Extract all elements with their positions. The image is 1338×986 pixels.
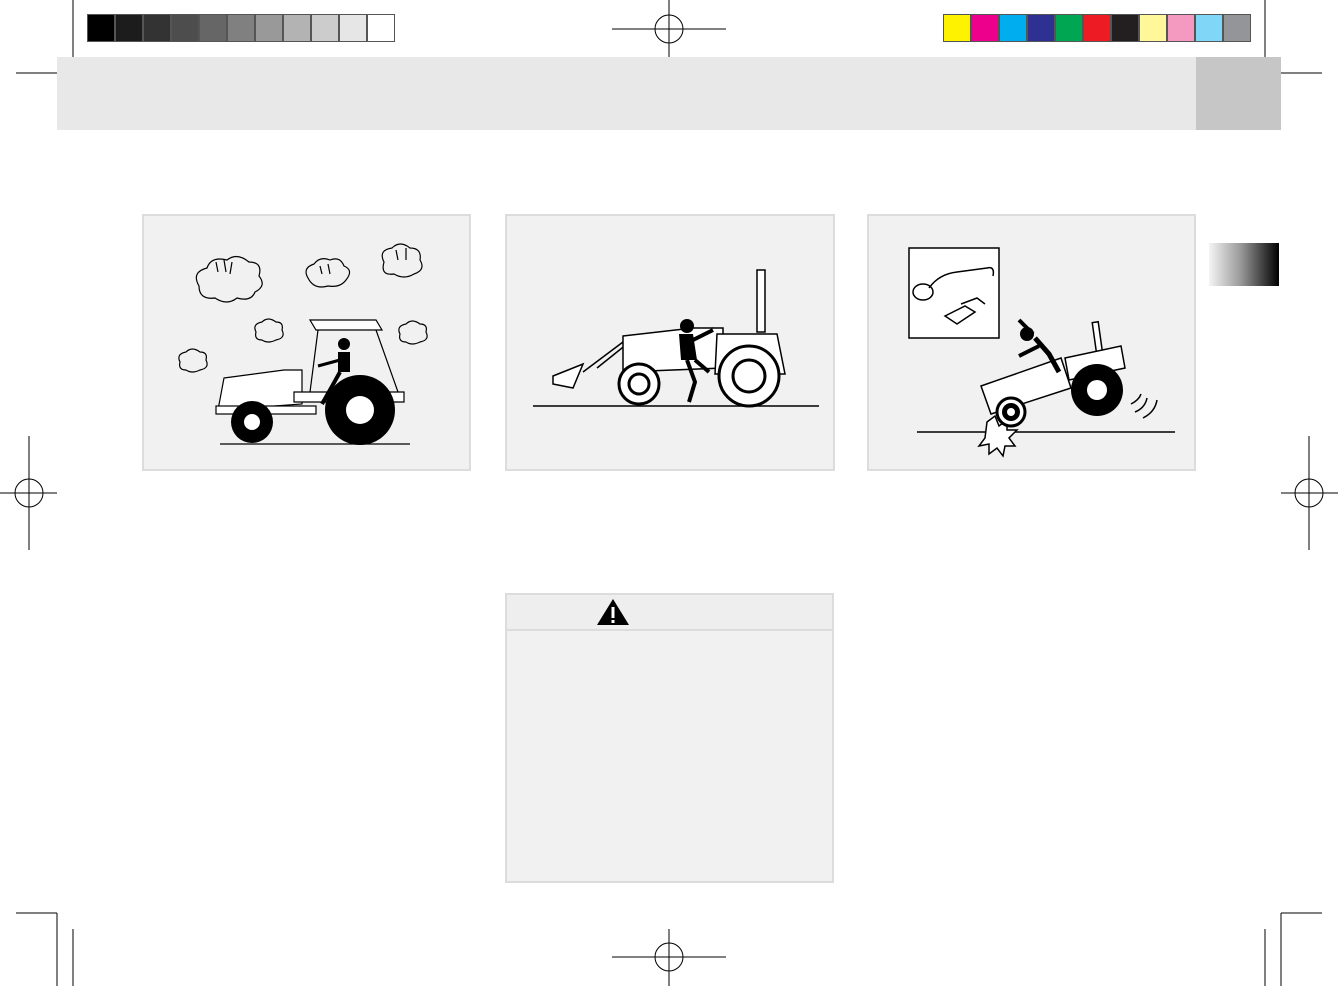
color-swatch — [1055, 14, 1083, 42]
color-swatch — [1083, 14, 1111, 42]
color-swatch — [1027, 14, 1055, 42]
page-header-tab — [1196, 57, 1281, 130]
operator-mounting-icon — [533, 269, 819, 408]
color-swatch — [999, 14, 1027, 42]
warning-triangle-icon — [597, 599, 629, 625]
color-swatch — [1195, 14, 1223, 42]
figure-tractor-storm — [142, 214, 471, 471]
color-swatch — [311, 14, 339, 42]
color-swatch — [971, 14, 999, 42]
color-swatch — [1223, 14, 1251, 42]
warning-header — [507, 595, 832, 631]
color-swatch — [87, 14, 115, 42]
color-swatch — [1139, 14, 1167, 42]
color-swatch — [199, 14, 227, 42]
figure-mounting-tractor — [505, 214, 835, 471]
color-swatch — [255, 14, 283, 42]
color-swatch — [227, 14, 255, 42]
color-swatch — [283, 14, 311, 42]
color-swatch — [115, 14, 143, 42]
chapter-side-tab — [1209, 243, 1279, 286]
color-swatch — [367, 14, 395, 42]
color-swatch — [1111, 14, 1139, 42]
color-swatch — [1167, 14, 1195, 42]
color-swatch — [339, 14, 367, 42]
figure-tractor-rollover — [867, 214, 1196, 471]
warning-box — [505, 593, 834, 883]
color-swatch — [171, 14, 199, 42]
tractor-rollover-icon — [908, 247, 1175, 458]
page-header-band — [57, 57, 1196, 130]
tractor-lightning-icon — [178, 243, 428, 445]
color-swatch — [943, 14, 971, 42]
color-swatch — [143, 14, 171, 42]
